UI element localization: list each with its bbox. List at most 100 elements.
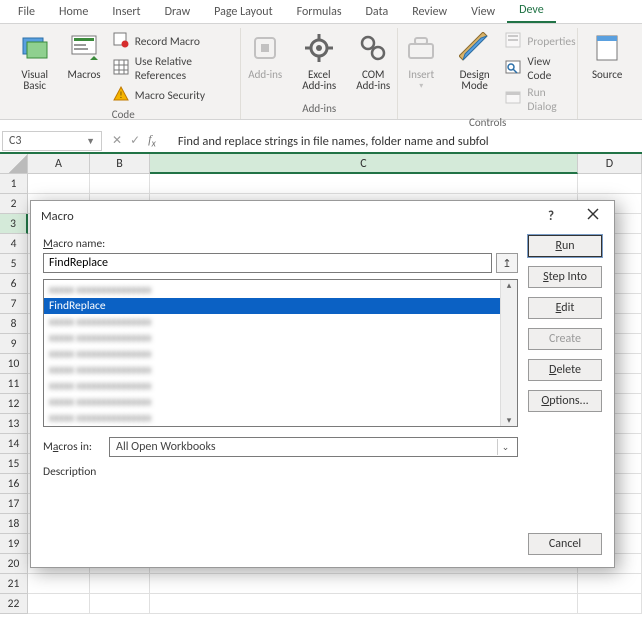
cell[interactable] bbox=[90, 594, 150, 614]
cancel-button[interactable]: Cancel bbox=[528, 533, 602, 555]
row-header[interactable]: 7 bbox=[0, 294, 28, 314]
run-dialog-button[interactable]: Run Dialog bbox=[505, 86, 576, 114]
view-code-button[interactable]: View Code bbox=[505, 55, 576, 83]
dialog-titlebar[interactable]: Macro ? bbox=[31, 201, 614, 231]
column-header[interactable]: B bbox=[90, 154, 150, 174]
cell[interactable] bbox=[578, 594, 642, 614]
chevron-down-icon[interactable]: ⌄ bbox=[497, 439, 513, 455]
macro-name-input[interactable] bbox=[43, 253, 492, 273]
tab-page-layout[interactable]: Page Layout bbox=[202, 1, 284, 23]
row-header[interactable]: 22 bbox=[0, 594, 28, 614]
tab-draw[interactable]: Draw bbox=[153, 1, 203, 23]
fx-icon[interactable]: fx bbox=[148, 132, 162, 149]
cell[interactable] bbox=[150, 174, 578, 194]
close-button[interactable] bbox=[572, 201, 614, 231]
macro-list-item[interactable]: xxxxx xxxxxxxxxxxxxxx bbox=[44, 394, 500, 410]
row-header[interactable]: 15 bbox=[0, 454, 28, 474]
select-all-corner[interactable] bbox=[0, 154, 28, 174]
options-button[interactable]: Options... bbox=[528, 390, 602, 412]
macro-list-item[interactable]: xxxxx xxxxxxxxxxxxxxx bbox=[44, 362, 500, 378]
run-button[interactable]: Run bbox=[528, 235, 602, 257]
close-icon bbox=[587, 208, 599, 224]
svg-text:!: ! bbox=[119, 90, 122, 101]
scrollbar[interactable]: ▴▾ bbox=[500, 280, 517, 426]
cell[interactable] bbox=[150, 574, 578, 594]
row-header[interactable]: 12 bbox=[0, 394, 28, 414]
row-header[interactable]: 9 bbox=[0, 334, 28, 354]
macro-list-item[interactable]: FindReplace bbox=[44, 298, 500, 314]
row-header[interactable]: 4 bbox=[0, 234, 28, 254]
controls-insert-button[interactable]: Insert ▾ bbox=[399, 28, 444, 90]
row-header[interactable]: 11 bbox=[0, 374, 28, 394]
row-header[interactable]: 16 bbox=[0, 474, 28, 494]
tab-home[interactable]: Home bbox=[47, 1, 100, 23]
cancel-formula-icon[interactable]: ✕ bbox=[112, 133, 122, 148]
excel-addins-button[interactable]: Excel Add-ins bbox=[296, 28, 342, 92]
cell[interactable] bbox=[578, 574, 642, 594]
row-header[interactable]: 5 bbox=[0, 254, 28, 274]
properties-button[interactable]: Properties bbox=[505, 32, 576, 52]
macro-list-item[interactable]: xxxxx xxxxxxxxxxxxxxx bbox=[44, 378, 500, 394]
row-header[interactable]: 21 bbox=[0, 574, 28, 594]
tab-formulas[interactable]: Formulas bbox=[285, 1, 354, 23]
com-addins-button[interactable]: COM Add-ins bbox=[350, 28, 396, 92]
macro-listbox[interactable]: xxxxx xxxxxxxxxxxxxxxFindReplacexxxxx xx… bbox=[43, 279, 518, 427]
source-button[interactable]: Source bbox=[584, 28, 630, 80]
tab-file[interactable]: File bbox=[6, 1, 47, 23]
formula-bar-row: C3 ▼ ✕ ✓ fx Find and replace strings in … bbox=[0, 130, 642, 154]
use-relative-references-button[interactable]: Use Relative References bbox=[113, 55, 233, 83]
macro-list-item[interactable]: xxxxx xxxxxxxxxxxxxxx bbox=[44, 410, 500, 426]
cell[interactable] bbox=[28, 174, 90, 194]
step-into-button[interactable]: Step Into bbox=[528, 266, 602, 288]
addins-button[interactable]: Add-ins bbox=[242, 28, 288, 80]
help-button[interactable]: ? bbox=[530, 201, 572, 231]
macro-security-button[interactable]: ! Macro Security bbox=[113, 86, 233, 106]
cell[interactable] bbox=[28, 574, 90, 594]
edit-button[interactable]: Edit bbox=[528, 297, 602, 319]
cell[interactable] bbox=[90, 574, 150, 594]
row-header[interactable]: 2 bbox=[0, 194, 28, 214]
visual-basic-button[interactable]: Visual Basic bbox=[14, 28, 55, 92]
design-mode-button[interactable]: Design Mode bbox=[452, 28, 497, 92]
grid-icon bbox=[113, 59, 129, 79]
row-header[interactable]: 1 bbox=[0, 174, 28, 194]
row-header[interactable]: 6 bbox=[0, 274, 28, 294]
cell[interactable] bbox=[150, 594, 578, 614]
row-header[interactable]: 8 bbox=[0, 314, 28, 334]
row-header[interactable]: 18 bbox=[0, 514, 28, 534]
row-header[interactable]: 3 bbox=[0, 214, 28, 234]
macro-list-item[interactable]: xxxxx xxxxxxxxxxxxxxx bbox=[44, 346, 500, 362]
visual-basic-icon bbox=[19, 32, 51, 67]
macros-in-dropdown[interactable]: All Open Workbooks ⌄ bbox=[109, 437, 518, 457]
delete-button[interactable]: Delete bbox=[528, 359, 602, 381]
ribbon-tabs: File Home Insert Draw Page Layout Formul… bbox=[0, 0, 642, 24]
group-label-controls: Controls bbox=[469, 114, 506, 133]
row-header[interactable]: 17 bbox=[0, 494, 28, 514]
tab-data[interactable]: Data bbox=[354, 1, 401, 23]
record-macro-button[interactable]: Record Macro bbox=[113, 32, 233, 52]
macro-list-item[interactable]: xxxxx xxxxxxxxxxxxxxx bbox=[44, 330, 500, 346]
formula-bar[interactable]: Find and replace strings in file names, … bbox=[172, 131, 642, 151]
tab-insert[interactable]: Insert bbox=[100, 1, 152, 23]
row-header[interactable]: 19 bbox=[0, 534, 28, 554]
cell[interactable] bbox=[578, 174, 642, 194]
row-header[interactable]: 13 bbox=[0, 414, 28, 434]
macro-list-item[interactable]: xxxxx xxxxxxxxxxxxxxx bbox=[44, 314, 500, 330]
row-header[interactable]: 10 bbox=[0, 354, 28, 374]
tab-view[interactable]: View bbox=[459, 1, 507, 23]
tab-review[interactable]: Review bbox=[400, 1, 459, 23]
collapse-dialog-button[interactable]: ↥ bbox=[496, 253, 518, 273]
column-header[interactable]: D bbox=[578, 154, 642, 174]
column-header[interactable]: A bbox=[28, 154, 90, 174]
macros-button[interactable]: Macros bbox=[63, 28, 104, 80]
tab-developer[interactable]: Deve bbox=[507, 0, 556, 23]
macro-list-item[interactable]: xxxxx xxxxxxxxxxxxxxx bbox=[44, 282, 500, 298]
column-header[interactable]: C bbox=[150, 154, 578, 174]
row-header[interactable]: 14 bbox=[0, 434, 28, 454]
chevron-down-icon[interactable]: ▼ bbox=[86, 136, 95, 147]
cell[interactable] bbox=[28, 594, 90, 614]
cell[interactable] bbox=[90, 174, 150, 194]
row-header[interactable]: 20 bbox=[0, 554, 28, 574]
enter-formula-icon[interactable]: ✓ bbox=[130, 133, 140, 148]
name-box[interactable]: C3 ▼ bbox=[2, 131, 102, 151]
